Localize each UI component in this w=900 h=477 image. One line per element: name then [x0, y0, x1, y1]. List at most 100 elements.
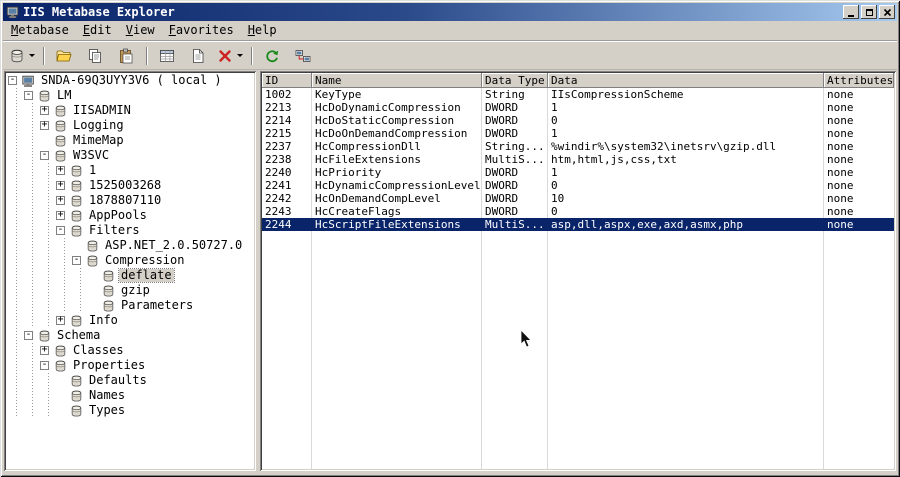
tree-node[interactable]: Parameters: [6, 298, 254, 313]
tree-expand-toggle[interactable]: +: [56, 210, 65, 220]
tree-node[interactable]: - Filters: [6, 223, 254, 238]
new-record-button[interactable]: [183, 45, 213, 67]
tree-node-label[interactable]: IISADMIN: [71, 104, 133, 117]
tree-expand-toggle[interactable]: -: [24, 330, 33, 340]
new-key-button[interactable]: [6, 45, 38, 67]
maximize-button[interactable]: [861, 5, 877, 19]
tree-node[interactable]: + AppPools: [6, 208, 254, 223]
tree-node[interactable]: MimeMap: [6, 133, 254, 148]
tree-expand-toggle[interactable]: +: [40, 345, 49, 355]
tree-node-label[interactable]: Classes: [71, 344, 126, 357]
tree-expand-toggle[interactable]: -: [8, 75, 17, 85]
tree-expand-toggle[interactable]: +: [40, 120, 49, 130]
open-button[interactable]: [49, 45, 79, 67]
tree-node-label[interactable]: gzip: [119, 284, 152, 297]
paste-button[interactable]: [111, 45, 141, 67]
tree-expand-toggle[interactable]: +: [56, 315, 65, 325]
tree-node[interactable]: +1878807110: [6, 193, 254, 208]
tree-node[interactable]: - Compression: [6, 253, 254, 268]
tree-node-label[interactable]: Compression: [103, 254, 186, 267]
tree-node[interactable]: + Classes: [6, 343, 254, 358]
tree-node[interactable]: - Schema: [6, 328, 254, 343]
tree-node-label[interactable]: 1: [87, 164, 98, 177]
tree-node-label[interactable]: SNDA-69Q3UYY3V6 ( local ): [39, 74, 224, 87]
tree-node[interactable]: + Logging: [6, 118, 254, 133]
tree-node-label[interactable]: Properties: [71, 359, 147, 372]
tree-node-label[interactable]: Filters: [87, 224, 142, 237]
tree-node[interactable]: - Properties: [6, 358, 254, 373]
menu-item-view[interactable]: View: [119, 21, 162, 40]
tree-node-label[interactable]: Names: [87, 389, 127, 402]
tree-expand-toggle[interactable]: -: [40, 360, 49, 370]
tree-node-label[interactable]: Schema: [55, 329, 102, 342]
tree-expand-toggle[interactable]: +: [56, 165, 65, 175]
close-button[interactable]: [879, 5, 895, 19]
tree-node-label[interactable]: AppPools: [87, 209, 149, 222]
tree-node[interactable]: ASP.NET_2.0.50727.0: [6, 238, 254, 253]
column-header-name[interactable]: Name: [312, 73, 482, 88]
tree-expand-toggle[interactable]: -: [72, 255, 81, 265]
tree-node-label[interactable]: Types: [87, 404, 127, 417]
tree-node[interactable]: +1: [6, 163, 254, 178]
menu-item-metabase[interactable]: Metabase: [4, 21, 76, 40]
tree-node-label[interactable]: LM: [55, 89, 73, 102]
minimize-button[interactable]: [843, 5, 859, 19]
table-row[interactable]: 2242 HcOnDemandCompLevel DWORD 10 none: [262, 192, 894, 205]
table-row[interactable]: 2241 HcDynamicCompressionLevel DWORD 0 none: [262, 179, 894, 192]
table-row[interactable]: 2213 HcDoDynamicCompression DWORD 1 none: [262, 101, 894, 114]
table-row[interactable]: 2243 HcCreateFlags DWORD 0 none: [262, 205, 894, 218]
tree-node[interactable]: + IISADMIN: [6, 103, 254, 118]
tree-expand-toggle[interactable]: -: [24, 90, 33, 100]
table-row[interactable]: 2244 HcScriptFileExtensions MultiS... asp,d…: [262, 218, 894, 231]
table-cell: 2243: [262, 205, 312, 218]
table-row[interactable]: 2238 HcFileExtensions MultiS... htm,html,js…: [262, 153, 894, 166]
tree-node[interactable]: Names: [6, 388, 254, 403]
tree-node-label[interactable]: ASP.NET_2.0.50727.0: [103, 239, 244, 252]
tree-node-label[interactable]: 1525003268: [87, 179, 163, 192]
delete-button[interactable]: [214, 45, 246, 67]
tree-node[interactable]: - W3SVC: [6, 148, 254, 163]
column-header-attributes[interactable]: Attributes: [824, 73, 894, 88]
tree-node[interactable]: + Info: [6, 313, 254, 328]
tree-node-label[interactable]: MimeMap: [71, 134, 126, 147]
table-row[interactable]: 2215 HcDoOnDemandCompression DWORD 1 none: [262, 127, 894, 140]
title-bar[interactable]: IIS Metabase Explorer: [3, 3, 897, 21]
dropdown-arrow-icon[interactable]: [237, 54, 243, 57]
tree-expand-toggle[interactable]: +: [56, 195, 65, 205]
menu-item-favorites[interactable]: Favorites: [162, 21, 241, 40]
table-row[interactable]: 2237 HcCompressionDll String... %windir%\sy…: [262, 140, 894, 153]
tree-expand-toggle[interactable]: +: [56, 180, 65, 190]
tree-node[interactable]: deflate: [6, 268, 254, 283]
tree-node-label[interactable]: W3SVC: [71, 149, 111, 162]
table-row[interactable]: 1002 KeyType String IIsCompressionScheme non…: [262, 88, 894, 101]
column-header-id[interactable]: ID: [262, 73, 312, 88]
tree-node[interactable]: gzip: [6, 283, 254, 298]
tree-node-label[interactable]: deflate: [118, 268, 175, 283]
copy-button[interactable]: [80, 45, 110, 67]
menu-item-help[interactable]: Help: [241, 21, 284, 40]
connect-computer-button[interactable]: [288, 45, 318, 67]
tree-expand-toggle[interactable]: -: [56, 225, 65, 235]
refresh-button[interactable]: [257, 45, 287, 67]
menu-item-edit[interactable]: Edit: [76, 21, 119, 40]
column-header-data[interactable]: Data: [548, 73, 824, 88]
tree-node-label[interactable]: Info: [87, 314, 120, 327]
tree-node[interactable]: Types: [6, 403, 254, 418]
tree-node[interactable]: Defaults: [6, 373, 254, 388]
table-cell: [824, 374, 894, 387]
table-row[interactable]: 2240 HcPriority DWORD 1 none: [262, 166, 894, 179]
tree-node-label[interactable]: Defaults: [87, 374, 149, 387]
tree-node-label[interactable]: Logging: [71, 119, 126, 132]
report-view-button[interactable]: [152, 45, 182, 67]
tree-node[interactable]: - SNDA-69Q3UYY3V6 ( local ): [6, 73, 254, 88]
tree-expand-toggle[interactable]: +: [40, 105, 49, 115]
tree-node-label[interactable]: 1878807110: [87, 194, 163, 207]
table-cell: DWORD: [482, 127, 548, 140]
table-row[interactable]: 2214 HcDoStaticCompression DWORD 0 none: [262, 114, 894, 127]
dropdown-arrow-icon[interactable]: [29, 54, 35, 57]
tree-node[interactable]: - LM: [6, 88, 254, 103]
tree-node[interactable]: +1525003268: [6, 178, 254, 193]
tree-expand-toggle[interactable]: -: [40, 150, 49, 160]
tree-node-label[interactable]: Parameters: [119, 299, 195, 312]
column-header-data-type[interactable]: Data Type: [482, 73, 548, 88]
